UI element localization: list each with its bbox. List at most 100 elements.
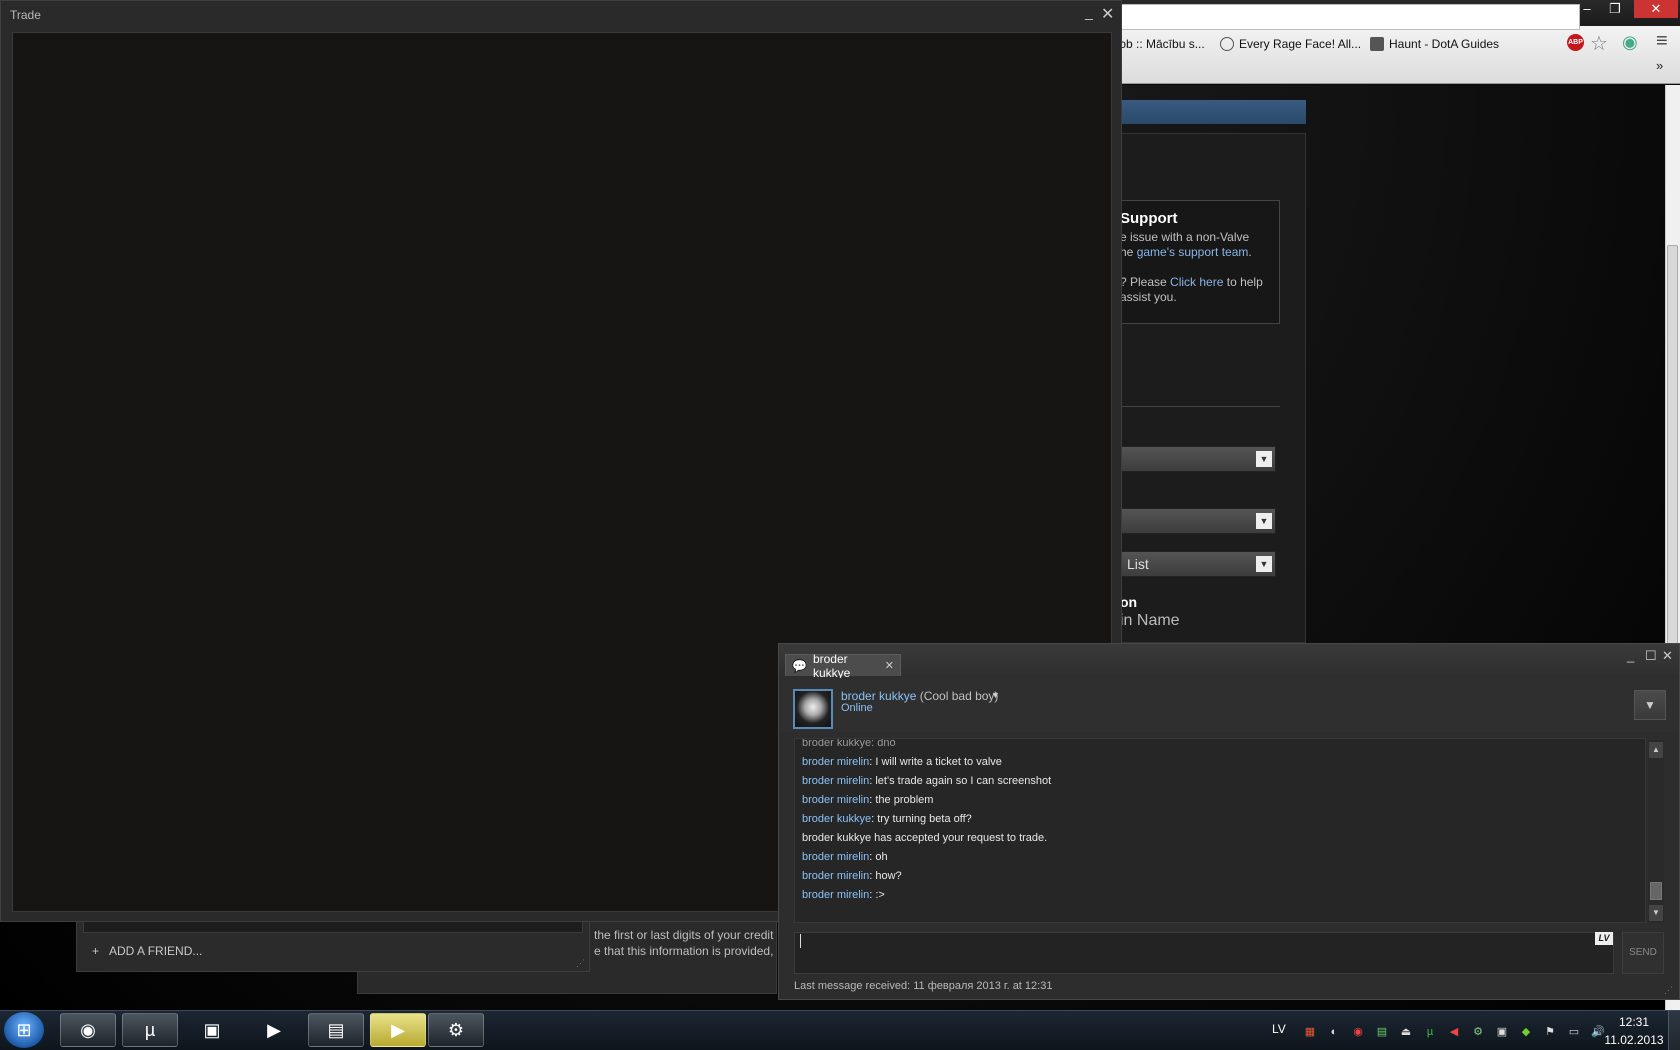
chat-message: broder mirelin: I will write a ticket to… bbox=[802, 756, 1002, 768]
resize-grip-icon[interactable]: ⋰ bbox=[1664, 985, 1673, 996]
message-sender[interactable]: broder mirelin bbox=[802, 870, 869, 882]
language-indicator[interactable]: LV bbox=[1272, 1022, 1286, 1036]
tray-flag-icon[interactable]: ⚑ bbox=[1542, 1024, 1558, 1040]
tray-sound-icon[interactable]: ◀ bbox=[1446, 1024, 1462, 1040]
add-friend-label: ADD A FRIEND... bbox=[109, 944, 203, 958]
support-text: he game's support team. bbox=[1120, 245, 1252, 259]
friend-nickname: (Cool bad boy) bbox=[916, 689, 999, 703]
bookmark-star-icon[interactable]: ☆ bbox=[1590, 31, 1608, 56]
tray-nvidia-icon[interactable]: ◆ bbox=[1518, 1024, 1534, 1040]
message-sender[interactable]: broder kukkye bbox=[802, 813, 871, 825]
support-team-link[interactable]: game's support team bbox=[1137, 245, 1249, 259]
app-icon: ▣ bbox=[203, 1019, 221, 1040]
rage-face-icon bbox=[1220, 37, 1234, 51]
explorer-icon: ▤ bbox=[327, 1019, 345, 1040]
friend-name-line: broder kukkye (Cool bad boy) bbox=[841, 689, 998, 703]
chat-message: broder kukkye: dno bbox=[802, 739, 896, 749]
tray-app-icon[interactable]: ▣ bbox=[1494, 1024, 1510, 1040]
keyboard-language-badge: LV bbox=[1595, 932, 1613, 945]
taskbar-app-button[interactable]: µ bbox=[122, 1013, 178, 1047]
trade-minimize-button[interactable]: _ bbox=[1085, 4, 1093, 20]
taskbar-app-button[interactable]: ⚙ bbox=[428, 1013, 484, 1047]
send-button[interactable]: SEND bbox=[1622, 932, 1664, 974]
message-text: : let's trade again so I can screenshot bbox=[869, 775, 1052, 787]
adblock-icon[interactable]: ABP bbox=[1567, 34, 1584, 51]
support-select-3[interactable]: List ▼ bbox=[1120, 551, 1276, 577]
chat-options-button[interactable]: ▼ bbox=[1634, 690, 1666, 720]
tray-usb-icon[interactable]: ⏏ bbox=[1398, 1024, 1414, 1040]
chevron-down-icon[interactable]: ▼ bbox=[991, 690, 1000, 700]
message-sender[interactable]: broder mirelin bbox=[802, 794, 869, 806]
chat-message: broder mirelin: the problem bbox=[802, 794, 933, 806]
clock-time[interactable]: 12:31 bbox=[1612, 1015, 1656, 1029]
click-here-link[interactable]: Click here bbox=[1170, 275, 1223, 289]
resize-grip-icon[interactable]: ⋰ bbox=[576, 958, 585, 969]
tray-gear-icon[interactable]: ⚙ bbox=[1470, 1024, 1486, 1040]
taskbar-app-button[interactable]: ▶ bbox=[370, 1013, 426, 1047]
message-text: : :> bbox=[869, 889, 885, 901]
scroll-down-icon[interactable]: ▼ bbox=[1649, 905, 1663, 921]
browser-restore-button[interactable]: ❐ bbox=[1596, 0, 1634, 18]
bookmark-label: Every Rage Face! All... bbox=[1239, 37, 1362, 51]
bookmark-label: ɔb :: Mācību s... bbox=[1120, 37, 1205, 51]
media-player-icon: ▶ bbox=[267, 1019, 281, 1040]
chat-close-button[interactable]: ✕ bbox=[1662, 648, 1673, 664]
chat-maximize-button[interactable]: ☐ bbox=[1645, 648, 1657, 664]
taskbar-app-button[interactable]: ◉ bbox=[60, 1013, 116, 1047]
chat-input[interactable] bbox=[794, 932, 1614, 974]
tray-steam-icon[interactable]: ◐ bbox=[1326, 1024, 1342, 1040]
message-sender[interactable]: broder mirelin bbox=[802, 756, 869, 768]
message-sender[interactable]: broder mirelin bbox=[802, 775, 869, 787]
scroll-up-icon[interactable]: ▲ bbox=[1649, 742, 1663, 758]
show-desktop-button[interactable] bbox=[1668, 1011, 1680, 1050]
chat-scroll-thumb[interactable] bbox=[1650, 882, 1662, 900]
address-bar[interactable] bbox=[1100, 4, 1580, 30]
trade-close-button[interactable]: ✕ bbox=[1101, 4, 1114, 24]
support-text: ? Please Click here to help bbox=[1120, 275, 1263, 289]
clock-date[interactable]: 11.02.2013 bbox=[1598, 1033, 1670, 1047]
chat-message: broder mirelin: oh bbox=[802, 851, 888, 863]
chevron-down-icon: ▼ bbox=[1256, 513, 1272, 529]
chevron-down-icon: ▼ bbox=[1256, 451, 1272, 467]
tray-utorrent-icon[interactable]: µ bbox=[1422, 1024, 1438, 1040]
tray-chrome-icon[interactable]: ◉ bbox=[1350, 1024, 1366, 1040]
message-sender[interactable]: broder mirelin bbox=[802, 889, 869, 901]
tray-display-icon[interactable]: ▭ bbox=[1566, 1024, 1582, 1040]
steam-icon: ⚙ bbox=[447, 1019, 465, 1040]
friend-name[interactable]: broder kukkye bbox=[841, 689, 916, 703]
taskbar-app-button[interactable]: ▣ bbox=[184, 1013, 240, 1047]
support-field-label: in Name bbox=[1120, 612, 1180, 629]
message-sender[interactable]: broder mirelin bbox=[802, 851, 869, 863]
last-message-timestamp: Last message received: 11 февраля 2013 г… bbox=[794, 980, 1053, 992]
taskbar-app-button[interactable]: ▶ bbox=[246, 1013, 302, 1047]
message-sender[interactable]: broder kukkye bbox=[802, 739, 871, 749]
chat-minimize-button[interactable]: _ bbox=[1627, 648, 1634, 663]
support-select-2[interactable]: ▼ bbox=[1120, 508, 1276, 534]
tray-app-icon[interactable]: ▦ bbox=[1302, 1024, 1318, 1040]
message-text: : oh bbox=[869, 851, 888, 863]
bookmark-item[interactable]: ɔb :: Mācību s... bbox=[1120, 34, 1205, 54]
avatar[interactable] bbox=[793, 689, 833, 729]
taskbar-app-button[interactable]: ▤ bbox=[308, 1013, 364, 1047]
support-title: Support bbox=[1120, 210, 1178, 227]
message-text: : how? bbox=[869, 870, 902, 882]
browser-close-button[interactable]: ✕ bbox=[1634, 0, 1678, 18]
divider bbox=[1120, 406, 1280, 407]
chat-message: broder mirelin: how? bbox=[802, 870, 902, 882]
bookmark-item[interactable]: Haunt - DotA Guides bbox=[1370, 34, 1499, 54]
message-text: : try turning beta off? bbox=[871, 813, 972, 825]
tray-network-icon[interactable]: ▤ bbox=[1374, 1024, 1390, 1040]
chat-message: broder mirelin: :> bbox=[802, 889, 885, 901]
browser-menu-icon[interactable]: ≡ bbox=[1656, 30, 1668, 53]
extension-eye-icon[interactable]: ◉ bbox=[1622, 32, 1638, 53]
dota-icon bbox=[1370, 37, 1384, 51]
bookmark-item[interactable]: Every Rage Face! All... bbox=[1220, 34, 1361, 54]
close-icon[interactable]: ✕ bbox=[885, 659, 894, 672]
chrome-icon: ◉ bbox=[80, 1019, 96, 1040]
support-select-1[interactable]: ▼ bbox=[1120, 446, 1276, 472]
start-button[interactable]: ⊞ bbox=[4, 1012, 44, 1048]
dialog-text: e that this information is provided, bbox=[594, 944, 774, 958]
bookmarks-overflow-icon[interactable]: » bbox=[1656, 58, 1663, 73]
chat-tab[interactable]: 💬 broder kukkye ✕ bbox=[785, 652, 901, 680]
add-friend-button[interactable]: + ADD A FRIEND... bbox=[92, 944, 202, 958]
